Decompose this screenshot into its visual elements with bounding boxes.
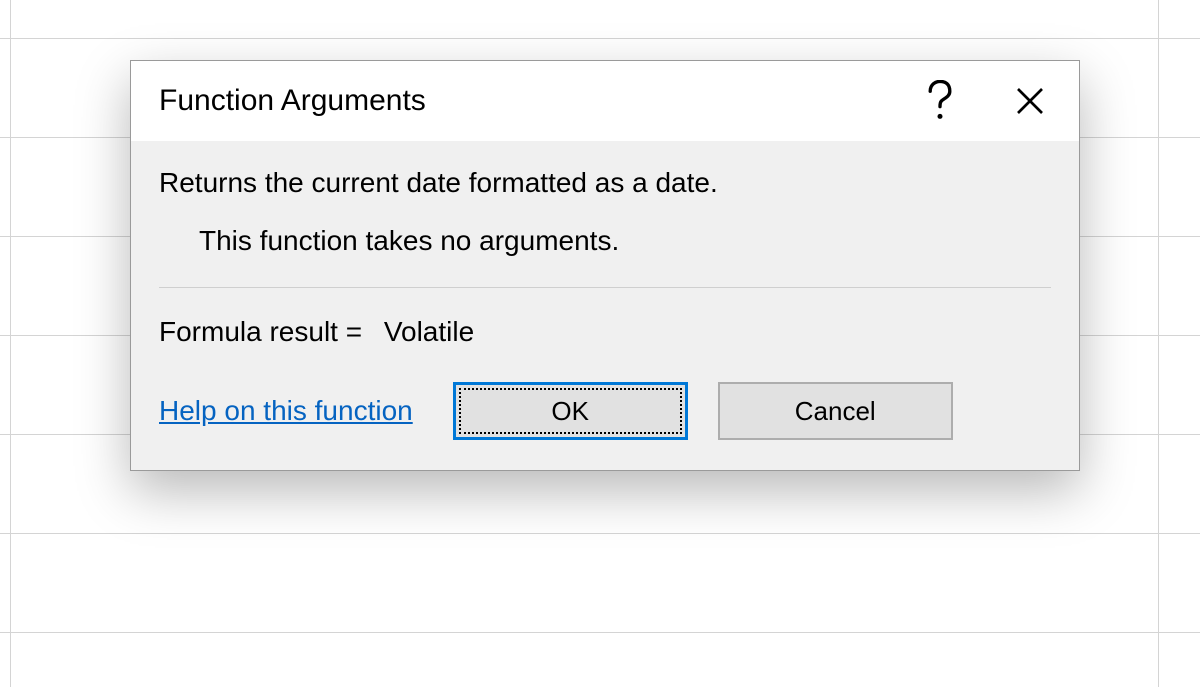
result-label: Formula result =: [159, 316, 362, 347]
dialog-content: Returns the current date formatted as a …: [131, 141, 1079, 470]
function-arguments-dialog: Function Arguments Returns the current d…: [130, 60, 1080, 471]
formula-result: Formula result = Volatile: [159, 316, 1051, 348]
close-icon[interactable]: [985, 65, 1075, 137]
no-arguments-text: This function takes no arguments.: [199, 225, 1051, 257]
dialog-titlebar: Function Arguments: [131, 61, 1079, 141]
cancel-button[interactable]: Cancel: [718, 382, 953, 440]
help-icon[interactable]: [895, 65, 985, 137]
dialog-title: Function Arguments: [159, 84, 895, 118]
ok-button[interactable]: OK: [453, 382, 688, 440]
result-value: Volatile: [384, 316, 474, 347]
divider: [159, 287, 1051, 288]
dialog-footer: Help on this function OK Cancel: [159, 382, 1051, 440]
ok-button-label: OK: [459, 388, 682, 434]
function-description: Returns the current date formatted as a …: [159, 167, 1051, 199]
help-link[interactable]: Help on this function: [159, 395, 413, 427]
